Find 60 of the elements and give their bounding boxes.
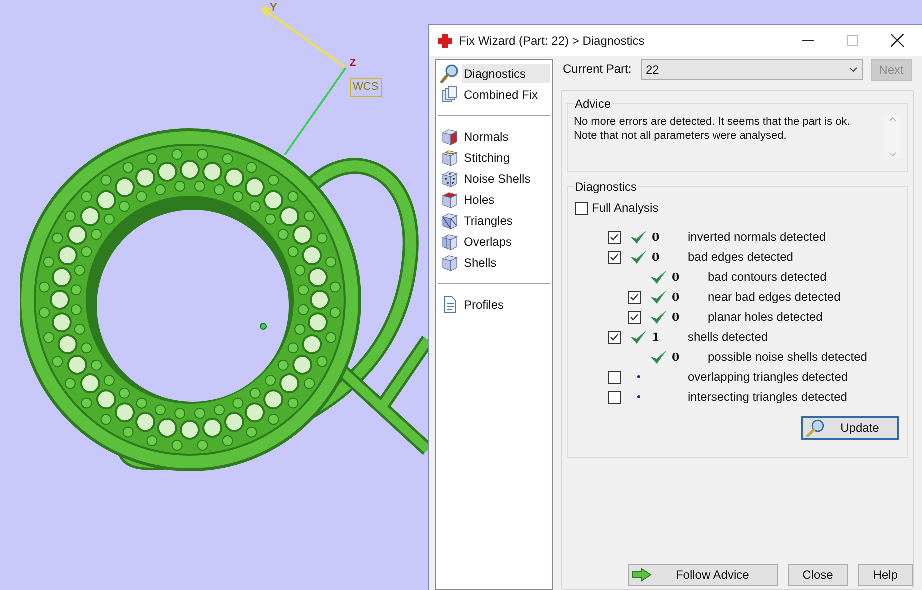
update-button[interactable]: Update bbox=[801, 416, 899, 440]
diagnostic-label: near bad edges detected bbox=[708, 289, 841, 306]
pages-icon bbox=[441, 86, 459, 104]
arrow-right-icon bbox=[632, 568, 652, 582]
count-text: 0 bbox=[652, 231, 660, 244]
search-icon bbox=[440, 64, 460, 84]
sidebar-item[interactable]: Stitching bbox=[438, 147, 550, 168]
checkbox[interactable] bbox=[608, 390, 621, 404]
checkbox[interactable] bbox=[628, 310, 641, 324]
checkbox[interactable] bbox=[575, 202, 588, 214]
checkbox[interactable] bbox=[608, 330, 621, 344]
sidebar-item[interactable]: Combined Fix bbox=[438, 84, 550, 105]
diagnostic-label: overlapping triangles detected bbox=[688, 369, 848, 386]
diagnostic-label: intersecting triangles detected bbox=[688, 389, 848, 406]
checkbox[interactable] bbox=[608, 230, 621, 244]
diagnostic-label: planar holes detected bbox=[708, 309, 823, 326]
count-text: 0 bbox=[672, 351, 680, 364]
footer-button[interactable]: Follow Advice bbox=[628, 564, 778, 586]
chevron-down-icon bbox=[849, 66, 858, 72]
sidebar-item[interactable]: Normals bbox=[438, 126, 550, 147]
count-text: 0 bbox=[672, 311, 680, 324]
cube-icon bbox=[441, 170, 459, 188]
footer-button[interactable]: Close bbox=[788, 564, 848, 586]
diagnostic-label: inverted normals detected bbox=[688, 229, 826, 246]
cube-icon bbox=[441, 128, 459, 146]
sidebar-item[interactable]: Triangles bbox=[438, 210, 550, 231]
cube-icon bbox=[441, 212, 459, 230]
cross-icon bbox=[437, 32, 453, 48]
diagnostic-label: possible noise shells detected bbox=[708, 349, 868, 366]
full-analysis-label: Full Analysis bbox=[592, 200, 659, 217]
checkbox[interactable] bbox=[628, 290, 641, 304]
count-text: 1 bbox=[652, 331, 660, 344]
current-part-label: Current Part: bbox=[562, 61, 633, 78]
sidebar-item[interactable]: Noise Shells bbox=[438, 168, 550, 189]
cube-icon bbox=[441, 254, 459, 272]
checkbox[interactable] bbox=[608, 250, 621, 264]
cube-icon bbox=[441, 190, 459, 208]
count-text: 0 bbox=[652, 251, 660, 264]
window-title: Fix Wizard (Part: 22) > Diagnostics bbox=[459, 32, 645, 50]
wcs-label: WCS bbox=[350, 78, 382, 96]
footer-button[interactable]: Help bbox=[858, 564, 913, 586]
close-icon[interactable] bbox=[891, 34, 904, 47]
diagnostic-label: bad edges detected bbox=[688, 249, 794, 266]
cube-icon bbox=[441, 148, 459, 166]
count-text: 0 bbox=[672, 291, 680, 304]
document-icon bbox=[442, 296, 458, 314]
cube-icon bbox=[441, 232, 459, 250]
search-icon bbox=[806, 419, 826, 437]
checkbox[interactable] bbox=[608, 370, 621, 384]
part-dropdown[interactable]: 22 bbox=[641, 59, 863, 80]
diagnostic-label: shells detected bbox=[688, 329, 768, 346]
y-axis-label: Y bbox=[270, 1, 278, 16]
advice-text: No more errors are detected. It seems that the part is ok. Note that not all parameters were analysed. bbox=[574, 115, 852, 144]
sidebar-item[interactable]: Overlaps bbox=[438, 231, 550, 252]
sidebar-item[interactable]: Profiles bbox=[438, 294, 550, 315]
sidebar-item[interactable]: Holes bbox=[438, 189, 550, 210]
count-text: 0 bbox=[672, 271, 680, 284]
diagnostic-label: bad contours detected bbox=[708, 269, 827, 286]
z-axis-label: Z bbox=[350, 57, 356, 71]
sidebar-item[interactable]: Shells bbox=[438, 252, 550, 273]
